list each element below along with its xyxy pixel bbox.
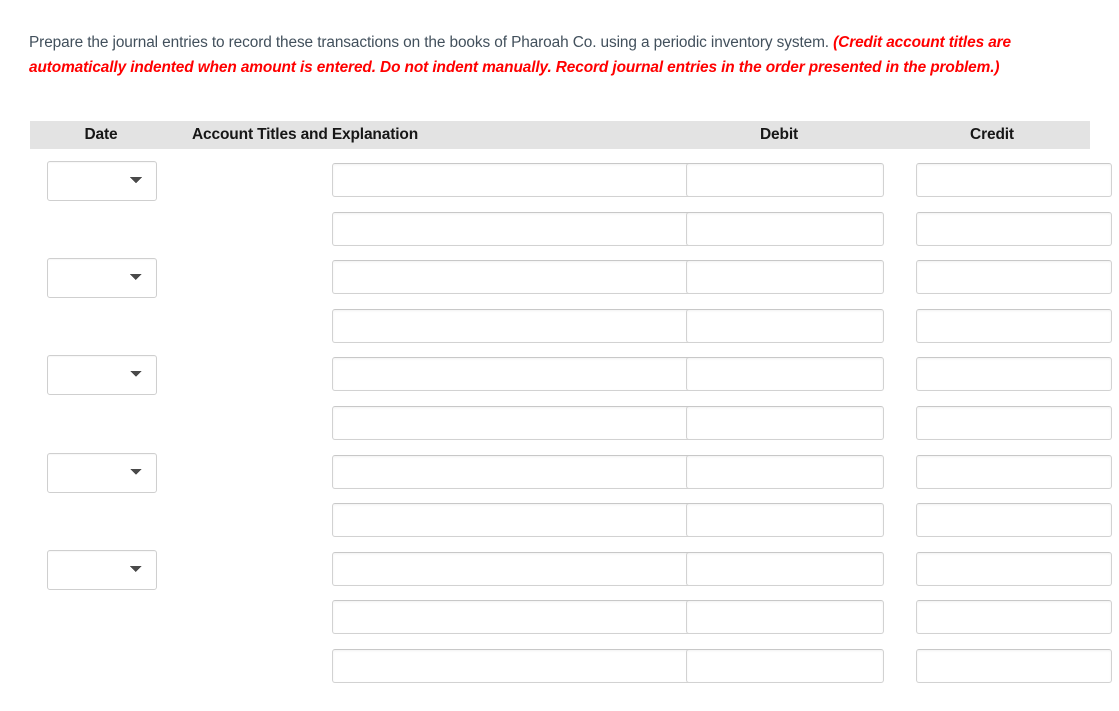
date-cell bbox=[30, 441, 172, 493]
account-cell bbox=[172, 586, 794, 635]
table-body bbox=[30, 149, 1112, 684]
credit-input-4[interactable] bbox=[916, 308, 1112, 343]
account-cell bbox=[172, 441, 794, 490]
table-row bbox=[30, 538, 1112, 590]
debit-cell bbox=[664, 392, 894, 441]
debit-input-5[interactable] bbox=[686, 357, 884, 392]
debit-cell bbox=[664, 538, 894, 587]
table-row bbox=[30, 343, 1112, 396]
date-select-7[interactable] bbox=[47, 452, 157, 493]
date-cell bbox=[30, 635, 172, 684]
date-select-9[interactable] bbox=[47, 549, 157, 590]
table-row bbox=[30, 198, 1112, 247]
debit-cell bbox=[664, 343, 894, 392]
account-cell bbox=[172, 343, 794, 392]
account-cell bbox=[172, 392, 794, 441]
debit-input-7[interactable] bbox=[686, 454, 884, 489]
table-row bbox=[30, 295, 1112, 344]
debit-cell bbox=[664, 198, 894, 247]
debit-cell bbox=[664, 246, 894, 295]
table-row bbox=[30, 489, 1112, 538]
table-row bbox=[30, 149, 1112, 201]
table-row bbox=[30, 586, 1112, 635]
credit-cell bbox=[894, 343, 1112, 392]
table-row bbox=[30, 635, 1112, 684]
date-cell bbox=[30, 198, 172, 247]
debit-input-4[interactable] bbox=[686, 308, 884, 343]
credit-input-3[interactable] bbox=[916, 260, 1112, 295]
credit-cell bbox=[894, 635, 1112, 684]
credit-input-8[interactable] bbox=[916, 503, 1112, 538]
debit-input-2[interactable] bbox=[686, 211, 884, 246]
debit-cell bbox=[664, 441, 894, 490]
credit-input-2[interactable] bbox=[916, 211, 1112, 246]
table-row bbox=[30, 441, 1112, 493]
credit-cell bbox=[894, 149, 1112, 198]
date-select-5[interactable] bbox=[47, 355, 157, 396]
debit-input-9[interactable] bbox=[686, 551, 884, 586]
debit-cell bbox=[664, 295, 894, 344]
journal-entry-page: Prepare the journal entries to record th… bbox=[0, 0, 1119, 711]
journal-entry-table: Date Account Titles and Explanation Debi… bbox=[30, 121, 1112, 684]
credit-cell bbox=[894, 295, 1112, 344]
debit-input-1[interactable] bbox=[686, 163, 884, 197]
account-cell bbox=[172, 295, 794, 344]
credit-cell bbox=[894, 538, 1112, 587]
table-row bbox=[30, 392, 1112, 441]
date-select-1[interactable] bbox=[47, 161, 157, 201]
date-select-3[interactable] bbox=[47, 258, 157, 299]
credit-input-10[interactable] bbox=[916, 600, 1112, 635]
debit-input-3[interactable] bbox=[686, 260, 884, 295]
credit-input-9[interactable] bbox=[916, 551, 1112, 586]
debit-input-8[interactable] bbox=[686, 503, 884, 538]
date-cell bbox=[30, 343, 172, 396]
date-cell bbox=[30, 295, 172, 344]
debit-input-10[interactable] bbox=[686, 600, 884, 635]
debit-cell bbox=[664, 489, 894, 538]
credit-cell bbox=[894, 198, 1112, 247]
debit-input-11[interactable] bbox=[686, 648, 884, 683]
account-cell bbox=[172, 149, 794, 198]
debit-cell bbox=[664, 586, 894, 635]
debit-cell bbox=[664, 149, 894, 198]
column-header-date: Date bbox=[84, 126, 118, 143]
account-cell bbox=[172, 635, 794, 684]
account-cell bbox=[172, 246, 794, 295]
credit-input-5[interactable] bbox=[916, 357, 1112, 392]
credit-input-7[interactable] bbox=[916, 454, 1112, 489]
debit-input-6[interactable] bbox=[686, 405, 884, 440]
column-header-credit: Credit bbox=[970, 126, 1014, 143]
credit-cell bbox=[894, 246, 1112, 295]
instructions-paragraph: Prepare the journal entries to record th… bbox=[29, 30, 1094, 80]
credit-input-6[interactable] bbox=[916, 405, 1112, 440]
date-cell bbox=[30, 392, 172, 441]
credit-cell bbox=[894, 441, 1112, 490]
column-header-account: Account Titles and Explanation bbox=[192, 126, 419, 143]
date-cell bbox=[30, 246, 172, 299]
table-row bbox=[30, 246, 1112, 299]
date-cell bbox=[30, 149, 172, 201]
debit-cell bbox=[664, 635, 894, 684]
table-header-row: Date Account Titles and Explanation Debi… bbox=[30, 121, 1090, 149]
credit-input-11[interactable] bbox=[916, 648, 1112, 683]
account-cell bbox=[172, 198, 794, 247]
column-header-debit: Debit bbox=[759, 126, 798, 143]
credit-cell bbox=[894, 586, 1112, 635]
credit-input-1[interactable] bbox=[916, 163, 1112, 197]
credit-cell bbox=[894, 392, 1112, 441]
credit-cell bbox=[894, 489, 1112, 538]
date-cell bbox=[30, 538, 172, 590]
account-cell bbox=[172, 489, 794, 538]
account-cell bbox=[172, 538, 794, 587]
date-cell bbox=[30, 586, 172, 635]
instructions-plain-text: Prepare the journal entries to record th… bbox=[29, 34, 834, 52]
date-cell bbox=[30, 489, 172, 538]
